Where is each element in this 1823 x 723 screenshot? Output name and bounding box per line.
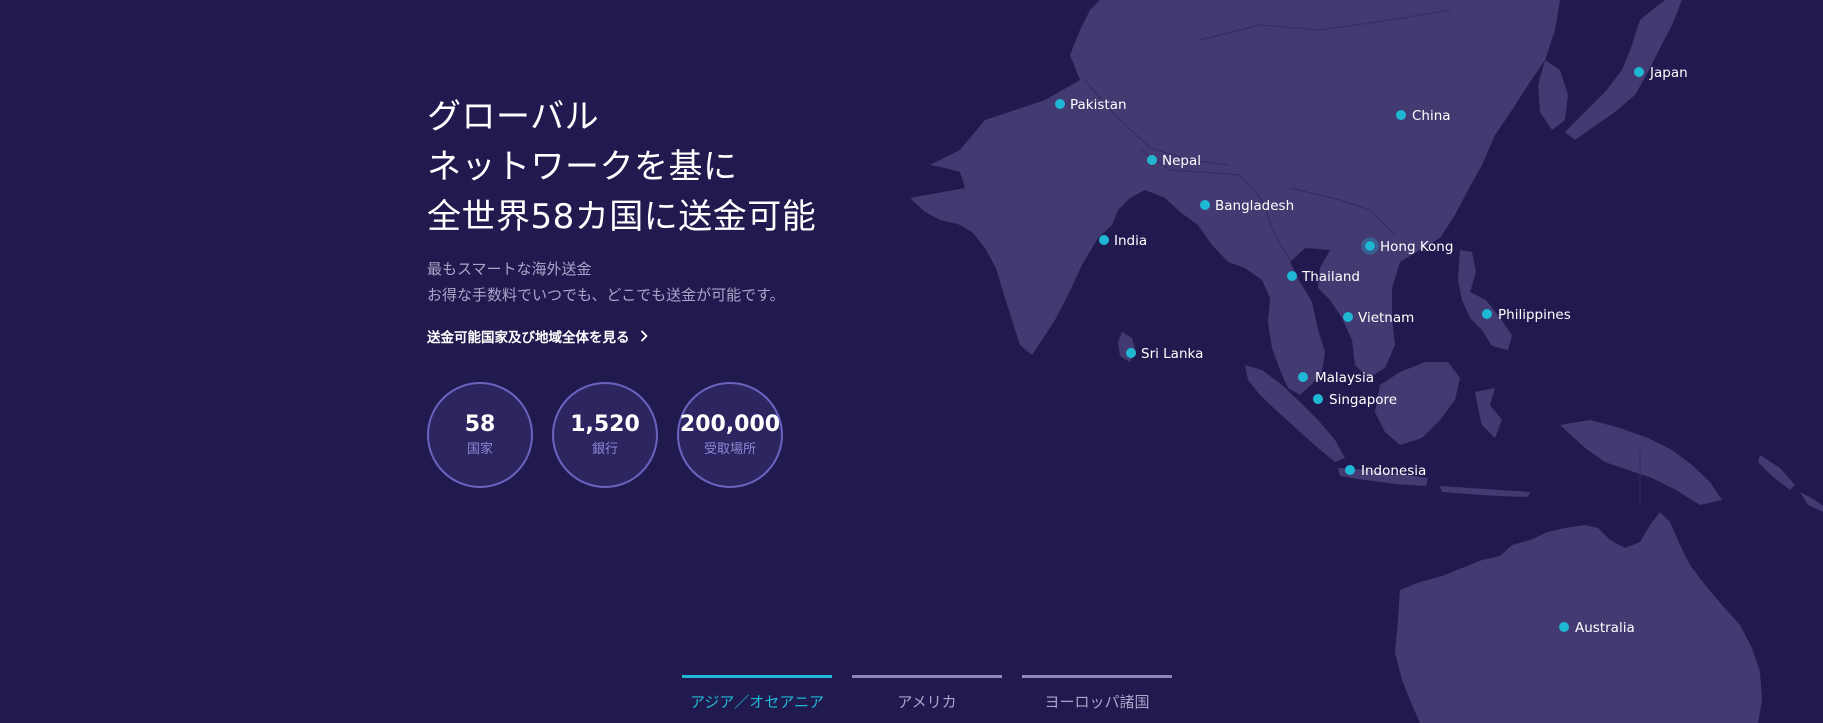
marker-label: Indonesia (1361, 463, 1426, 479)
marker-label: Australia (1575, 620, 1635, 636)
subtitle: 最もスマートな海外送金 お得な手数料でいつでも、どこでも送金が可能です。 (427, 256, 947, 308)
land-masses (910, 0, 1823, 723)
tab-america[interactable]: アメリカ (852, 675, 1002, 712)
marker-bangladesh[interactable]: Bangladesh (1200, 198, 1294, 214)
region-tabs: アジア／オセアニア アメリカ ヨーロッパ諸国 (682, 675, 1192, 712)
view-all-countries-link[interactable]: 送金可能国家及び地域全体を見る (427, 326, 650, 346)
stat-value: 1,520 (570, 412, 640, 437)
lesser-sunda (1440, 486, 1530, 497)
philippines-islands (1458, 250, 1512, 350)
marker-label: Hong Kong (1380, 239, 1453, 255)
view-all-countries-label: 送金可能国家及び地域全体を見る (427, 330, 630, 346)
sri-lanka-island (1118, 332, 1136, 362)
new-guinea (1560, 420, 1722, 505)
tab-asia-oceania[interactable]: アジア／オセアニア (682, 675, 832, 712)
marker-label: Vietnam (1358, 310, 1414, 326)
hero-section: グローバル ネットワークを基に 全世界58カ国に送金可能 最もスマートな海外送金… (427, 92, 947, 488)
tab-label: アジア／オセアニア (689, 693, 825, 711)
stat-label: 国家 (466, 442, 493, 457)
stat-pickup-locations: 200,000 受取場所 (677, 382, 783, 488)
stat-countries: 58 国家 (427, 382, 533, 488)
tab-label: アメリカ (897, 693, 957, 711)
marker-label: India (1114, 233, 1147, 249)
stat-label: 受取場所 (703, 442, 756, 457)
page-title: グローバル ネットワークを基に 全世界58カ国に送金可能 (427, 92, 947, 242)
marker-label: Thailand (1301, 269, 1360, 285)
stat-value: 58 (464, 412, 496, 437)
marker-sri-lanka[interactable]: Sri Lanka (1126, 346, 1203, 362)
australia (1395, 512, 1762, 723)
tab-label: ヨーロッパ諸国 (1044, 693, 1150, 711)
marker-label: China (1412, 108, 1451, 124)
marker-label: Bangladesh (1215, 198, 1294, 214)
pacific-islands (1758, 455, 1795, 490)
marker-label: Malaysia (1315, 370, 1374, 386)
marker-label: Philippines (1498, 307, 1571, 323)
marker-label: Singapore (1329, 392, 1397, 408)
marker-label: Japan (1649, 65, 1688, 81)
subtitle-line-1: 最もスマートな海外送金 (427, 260, 592, 278)
marker-india[interactable]: India (1099, 233, 1147, 249)
korea (1538, 60, 1568, 130)
marker-label: Pakistan (1070, 97, 1127, 113)
subtitle-line-2: お得な手数料でいつでも、どこでも送金が可能です。 (427, 286, 785, 304)
marker-label: Nepal (1162, 153, 1201, 169)
stats-group: 58 国家 1,520 銀行 200,000 受取場所 (427, 382, 947, 488)
stat-label: 銀行 (591, 442, 618, 457)
stat-value: 200,000 (679, 412, 781, 437)
marker-singapore[interactable]: Singapore (1313, 392, 1397, 408)
marker-label: Sri Lanka (1141, 346, 1203, 362)
title-line-3: 全世界58カ国に送金可能 (427, 197, 817, 237)
stat-banks: 1,520 銀行 (552, 382, 658, 488)
title-line-1: グローバル (427, 97, 600, 137)
title-line-2: ネットワークを基に (427, 147, 738, 187)
tab-europe[interactable]: ヨーロッパ諸国 (1022, 675, 1172, 712)
chevron-right-icon (640, 330, 647, 342)
sulawesi (1475, 388, 1502, 438)
